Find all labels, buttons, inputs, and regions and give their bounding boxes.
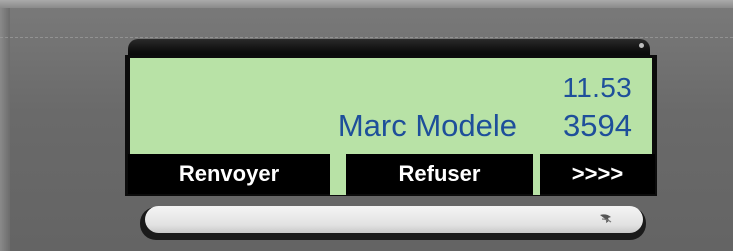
top-rim [0, 0, 733, 8]
clock-time: 11.53 [562, 72, 632, 103]
arrow-down-icon[interactable] [598, 213, 614, 225]
navigation-key[interactable] [145, 206, 643, 233]
caller-number: 3594 [563, 108, 632, 143]
softkey-forward-button[interactable]: Renvoyer [128, 154, 330, 194]
softkey-separator [533, 154, 540, 195]
caller-name: Marc Modele [337, 108, 517, 143]
softkey-reject-button[interactable]: Refuser [346, 154, 533, 194]
left-edge [0, 8, 10, 251]
softkey-more-button[interactable]: >>>> [540, 154, 655, 194]
lcd-display: 11.53 Marc Modele 3594 [130, 58, 652, 162]
panel-seam [0, 37, 733, 38]
softkey-separator [330, 154, 346, 195]
